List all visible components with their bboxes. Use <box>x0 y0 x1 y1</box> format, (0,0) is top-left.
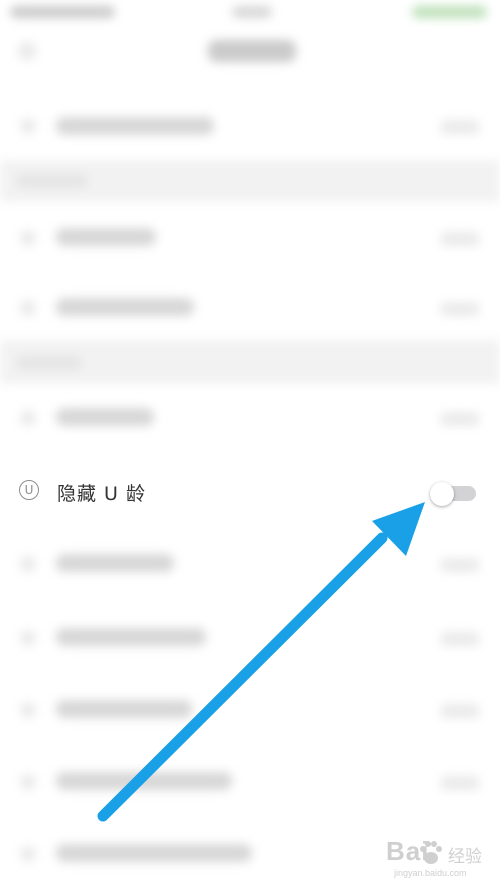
watermark-url: jingyan.baidu.com <box>394 868 467 878</box>
annotation-arrow <box>97 502 425 822</box>
arrow-shaft <box>97 532 388 822</box>
arrow-head <box>372 502 425 556</box>
settings-screen: U 隐藏 U 龄 Bai 经验 jingyan.baidu.com <box>0 0 500 890</box>
watermark-text: 经验 <box>448 847 482 867</box>
paw-icon <box>420 841 442 864</box>
baidu-watermark: Bai 经验 jingyan.baidu.com <box>380 834 498 886</box>
